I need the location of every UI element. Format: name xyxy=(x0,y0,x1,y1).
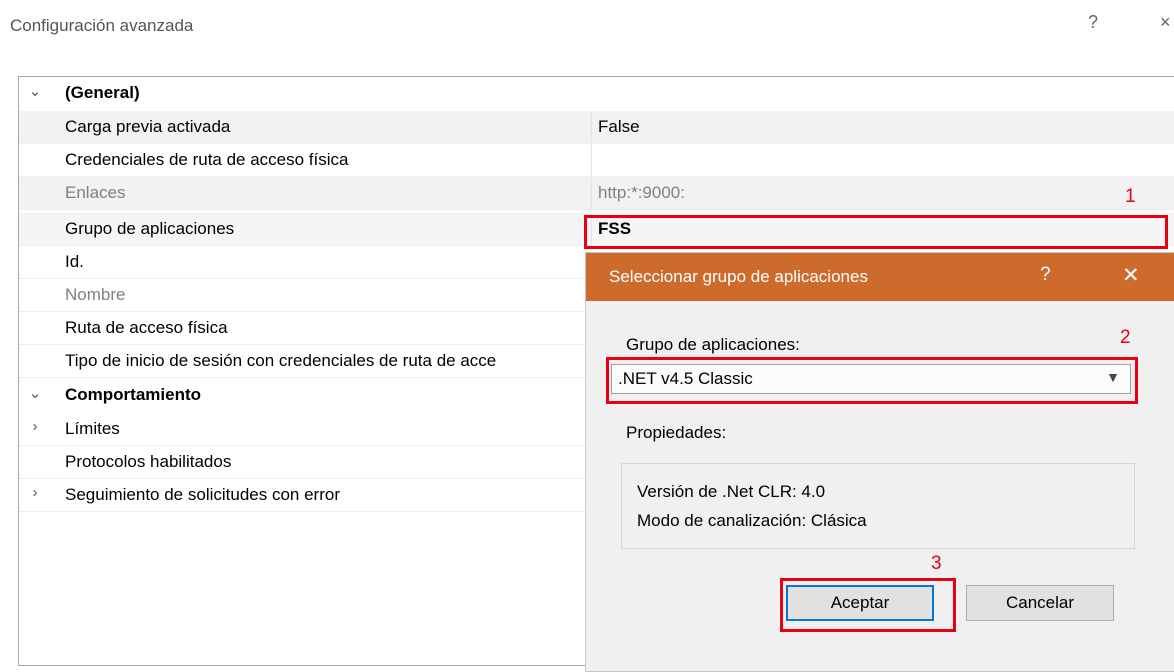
dialog-title-bar: Seleccionar grupo de aplicaciones ? ✕ xyxy=(586,253,1174,301)
properties-panel: Versión de .Net CLR: 4.0 Modo de canaliz… xyxy=(621,463,1135,549)
section-label: Comportamiento xyxy=(65,385,201,404)
pipeline-mode-text: Modo de canalización: Clásica xyxy=(637,511,867,530)
close-icon[interactable]: × xyxy=(1160,12,1171,33)
cancel-button[interactable]: Cancelar xyxy=(966,585,1114,621)
section-label: (General) xyxy=(65,83,140,102)
property-row-credenciales[interactable]: Credenciales de ruta de acceso física xyxy=(19,144,1174,177)
help-icon[interactable]: ? xyxy=(1040,264,1051,286)
annotation-box-3 xyxy=(780,578,956,632)
property-name: Protocolos habilitados xyxy=(65,452,232,471)
annotation-box-2 xyxy=(606,357,1138,404)
chevron-down-icon[interactable]: ⌄ xyxy=(27,82,43,100)
help-icon[interactable]: ? xyxy=(1088,12,1098,33)
annotation-box-1 xyxy=(584,215,1168,249)
property-name: Credenciales de ruta de acceso física xyxy=(65,150,349,169)
property-name: Tipo de inicio de sesión con credenciale… xyxy=(65,351,497,370)
property-value[interactable]: http:*:9000: xyxy=(591,177,1174,209)
property-name: Carga previa activada xyxy=(65,117,231,136)
section-general[interactable]: ⌄ (General) xyxy=(19,77,1174,110)
chevron-right-icon[interactable]: › xyxy=(27,484,43,501)
property-row-carga-previa[interactable]: Carga previa activada False xyxy=(19,111,1174,144)
close-icon[interactable]: ✕ xyxy=(1122,263,1140,288)
chevron-down-icon[interactable]: ⌄ xyxy=(27,384,43,402)
window-title-bar: Configuración avanzada ? × xyxy=(0,0,1174,56)
chevron-right-icon[interactable]: › xyxy=(27,418,43,435)
select-app-pool-dialog: Seleccionar grupo de aplicaciones ? ✕ Gr… xyxy=(585,252,1174,672)
property-value[interactable] xyxy=(591,144,1174,176)
property-name: Enlaces xyxy=(65,183,126,202)
property-name: Seguimiento de solicitudes con error xyxy=(65,485,340,504)
app-pool-label: Grupo de aplicaciones: xyxy=(626,335,800,354)
property-value[interactable]: False xyxy=(591,111,1174,143)
annotation-number-2: 2 xyxy=(1120,327,1131,348)
annotation-number-3: 3 xyxy=(931,553,942,574)
property-name: Nombre xyxy=(65,285,126,304)
property-name: Límites xyxy=(65,419,120,438)
property-row-enlaces[interactable]: Enlaces http:*:9000: xyxy=(19,177,1174,210)
property-name: Ruta de acceso física xyxy=(65,318,228,337)
dialog-title: Seleccionar grupo de aplicaciones xyxy=(609,267,868,286)
property-name: Grupo de aplicaciones xyxy=(65,219,235,238)
window-title: Configuración avanzada xyxy=(10,16,194,35)
annotation-number-1: 1 xyxy=(1125,186,1136,207)
properties-label: Propiedades: xyxy=(626,423,727,442)
clr-version-text: Versión de .Net CLR: 4.0 xyxy=(637,482,826,501)
property-name: Id. xyxy=(65,252,84,271)
